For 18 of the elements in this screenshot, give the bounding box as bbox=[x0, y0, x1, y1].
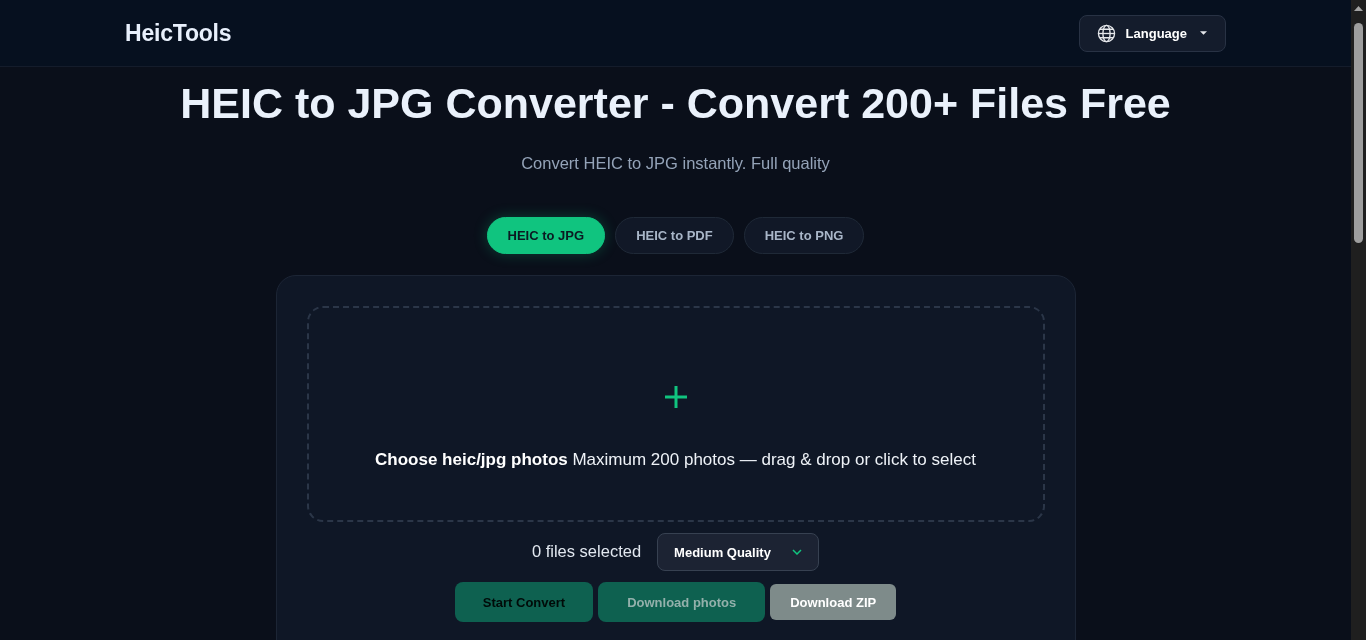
plus-icon bbox=[663, 385, 688, 409]
scrollbar-thumb[interactable] bbox=[1354, 23, 1363, 243]
drop-zone[interactable]: Choose heic/jpg photos Maximum 200 photos — drag & drop or click to select bbox=[306, 306, 1045, 522]
caret-icon bbox=[1200, 31, 1207, 35]
quality-select[interactable]: Medium Quality bbox=[657, 533, 820, 571]
file-count: 0 files selected bbox=[531, 541, 642, 561]
converter-tab[interactable]: HEIC to PNG bbox=[743, 217, 865, 254]
globe-icon bbox=[1096, 23, 1116, 43]
converter-tab[interactable]: HEIC to JPG bbox=[486, 217, 606, 254]
subtitle: Convert HEIC to JPG instantly. Full quality bbox=[521, 153, 830, 174]
language-button[interactable]: Language bbox=[1078, 14, 1226, 52]
logo[interactable]: HeicTools bbox=[125, 19, 232, 47]
scroll-up-arrow-icon[interactable] bbox=[1354, 6, 1363, 11]
page-title: HEIC to JPG Converter - Convert 200+ Files Free bbox=[180, 79, 1171, 128]
drop-zone-instructions: Choose heic/jpg photos Maximum 200 photos — drag & drop or click to select bbox=[375, 449, 976, 471]
scrollbar[interactable] bbox=[1351, 0, 1366, 640]
converter-tab[interactable]: HEIC to PDF bbox=[615, 217, 734, 254]
chevron-down-icon bbox=[792, 549, 803, 555]
